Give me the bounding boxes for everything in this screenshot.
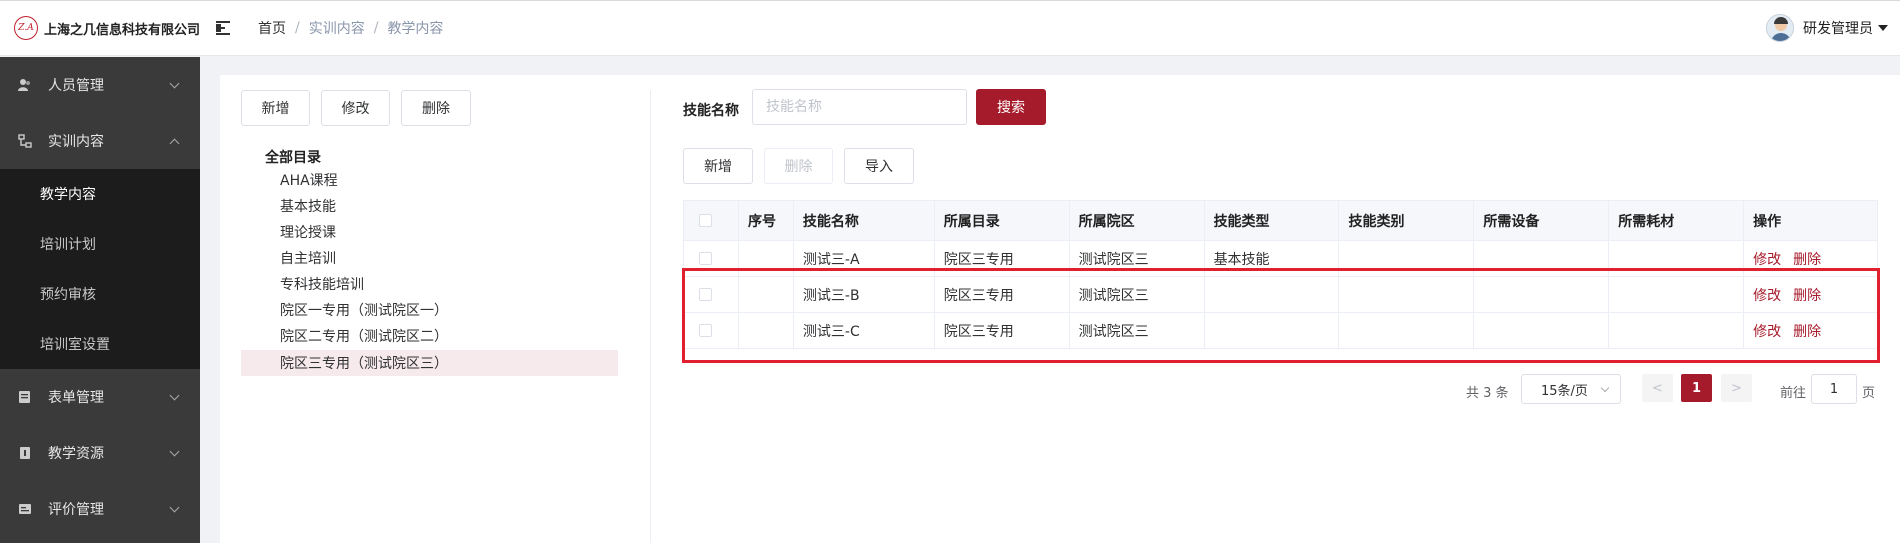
- company-logo[interactable]: Z.A 上海之几信息科技有限公司: [0, 16, 200, 40]
- table-header-cell: 技能名称: [793, 201, 935, 241]
- skill-add-button[interactable]: 新增: [683, 148, 753, 184]
- pagination-unit-label: 页: [1862, 386, 1876, 401]
- user-menu[interactable]: 研发管理员: [1766, 14, 1888, 42]
- chevron-down-icon: [169, 390, 180, 401]
- table-header-cell: 技能类别: [1339, 201, 1475, 241]
- sidebar-item-training[interactable]: 实训内容: [0, 113, 200, 169]
- table-header-cell: 技能类型: [1204, 201, 1340, 241]
- pagination-goto-label: 前往: [1780, 386, 1807, 401]
- pagination-next-button[interactable]: >: [1721, 374, 1752, 402]
- tree-node[interactable]: 院区一专用（测试院区一）: [220, 297, 618, 323]
- chevron-down-icon: [169, 446, 180, 457]
- sidebar-subitem-training-plan[interactable]: 培训计划: [0, 219, 200, 269]
- pagination-page-1[interactable]: 1: [1681, 374, 1712, 402]
- table-header-cell: 所属院区: [1069, 201, 1205, 241]
- sidebar-item-label: 实训内容: [48, 134, 104, 150]
- sidebar-item-forms[interactable]: 表单管理: [0, 369, 200, 425]
- breadcrumb-separator: /: [295, 20, 300, 36]
- sidebar-item-resources[interactable]: 教学资源: [0, 425, 200, 481]
- logo-icon: Z.A: [14, 16, 38, 40]
- sidebar-item-label: 表单管理: [48, 390, 104, 406]
- breadcrumb-separator: /: [373, 20, 379, 36]
- top-header: Z.A 上海之几信息科技有限公司 首页 / 实训内容 / 教学内容 研发管理员: [0, 0, 1900, 56]
- table-header-cell: 所属目录: [934, 201, 1070, 241]
- chevron-down-icon: [169, 78, 180, 89]
- chevron-up-icon: [169, 138, 180, 149]
- form-icon: [18, 390, 32, 404]
- avatar[interactable]: [1766, 14, 1794, 42]
- sidebar-item-evaluation[interactable]: 评价管理: [0, 481, 200, 537]
- table-header-row: 序号 技能名称 所属目录 所属院区 技能类型 技能类别 所需设备 所需耗材 操作: [684, 201, 1879, 241]
- page-size-value: 15条/页: [1541, 383, 1588, 399]
- row-delete-link[interactable]: 删除: [1793, 249, 1821, 269]
- breadcrumb-home[interactable]: 首页: [258, 18, 286, 38]
- catalog-add-button[interactable]: 新增: [241, 90, 310, 126]
- row-edit-link[interactable]: 修改: [1753, 249, 1781, 269]
- select-all-checkbox[interactable]: [699, 214, 712, 227]
- caret-down-icon[interactable]: [1878, 25, 1888, 31]
- tree-root[interactable]: 全部目录: [265, 147, 321, 167]
- tree-node[interactable]: 专科技能培训: [220, 271, 618, 297]
- search-button[interactable]: 搜索: [976, 89, 1046, 125]
- skill-import-button[interactable]: 导入: [844, 148, 914, 184]
- row-checkbox[interactable]: [699, 252, 712, 265]
- evaluation-icon: [18, 502, 32, 516]
- pagination-goto-input[interactable]: [1811, 374, 1857, 404]
- skill-name-label: 技能名称: [683, 103, 739, 119]
- catalog-pane: 新增 修改 删除 全部目录 AHA课程 基本技能 理论授课 自主培训 专科技能培…: [220, 75, 650, 543]
- sidebar-item-personnel[interactable]: 人员管理: [0, 57, 200, 113]
- submenu-training: 教学内容 培训计划 预约审核 培训室设置: [0, 169, 200, 369]
- annotation-highlight-box: [682, 268, 1880, 363]
- sidebar-subitem-booking-review[interactable]: 预约审核: [0, 269, 200, 319]
- sidebar-subitem-teaching-content[interactable]: 教学内容: [0, 169, 200, 219]
- resource-icon: [18, 446, 32, 460]
- table-header-cell: 所需耗材: [1609, 201, 1745, 241]
- pagination-prev-button[interactable]: <: [1642, 374, 1673, 402]
- sidebar-item-label: 人员管理: [48, 78, 104, 94]
- catalog-edit-button[interactable]: 修改: [321, 90, 390, 126]
- chevron-down-icon: [1600, 383, 1610, 393]
- pagination-total: 共 3 条: [1466, 386, 1509, 401]
- tree-node[interactable]: 基本技能: [220, 193, 618, 219]
- page-size-select[interactable]: 15条/页: [1521, 374, 1621, 404]
- tree-node[interactable]: 理论授课: [220, 219, 618, 245]
- catalog-delete-button[interactable]: 删除: [401, 90, 471, 126]
- breadcrumb: 首页 / 实训内容 / 教学内容: [258, 18, 443, 38]
- tree-node-selected[interactable]: 院区三专用（测试院区三）: [241, 350, 618, 376]
- skill-name-search-input[interactable]: [752, 89, 967, 125]
- chevron-down-icon: [169, 502, 180, 513]
- skill-delete-button[interactable]: 删除: [764, 148, 833, 184]
- company-name: 上海之几信息科技有限公司: [43, 22, 200, 38]
- tree-node[interactable]: 院区二专用（测试院区二）: [220, 323, 618, 349]
- table-header-cell: 所需设备: [1474, 201, 1610, 241]
- table-header-select: [684, 201, 739, 241]
- tree-node[interactable]: AHA课程: [220, 167, 618, 193]
- tree-node[interactable]: 自主培训: [220, 245, 618, 271]
- table-header-cell: 序号: [738, 201, 794, 241]
- tree-icon: [18, 134, 32, 148]
- table-header-cell: 操作: [1744, 201, 1879, 241]
- sidebar-item-label: 教学资源: [48, 446, 104, 462]
- sidebar-item-label: 评价管理: [48, 502, 104, 518]
- sidebar-subitem-room-settings[interactable]: 培训室设置: [0, 319, 200, 369]
- menu-toggle-icon[interactable]: [216, 20, 236, 36]
- sidebar: 人员管理 实训内容 教学内容 培训计划 预约审核 培训室设置 表单管理 教学资源…: [0, 57, 200, 543]
- user-icon: [18, 78, 32, 92]
- user-name[interactable]: 研发管理员: [1803, 18, 1873, 38]
- breadcrumb-current: 教学内容: [387, 21, 444, 37]
- breadcrumb-training[interactable]: 实训内容: [309, 18, 365, 38]
- pane-divider: [650, 90, 651, 543]
